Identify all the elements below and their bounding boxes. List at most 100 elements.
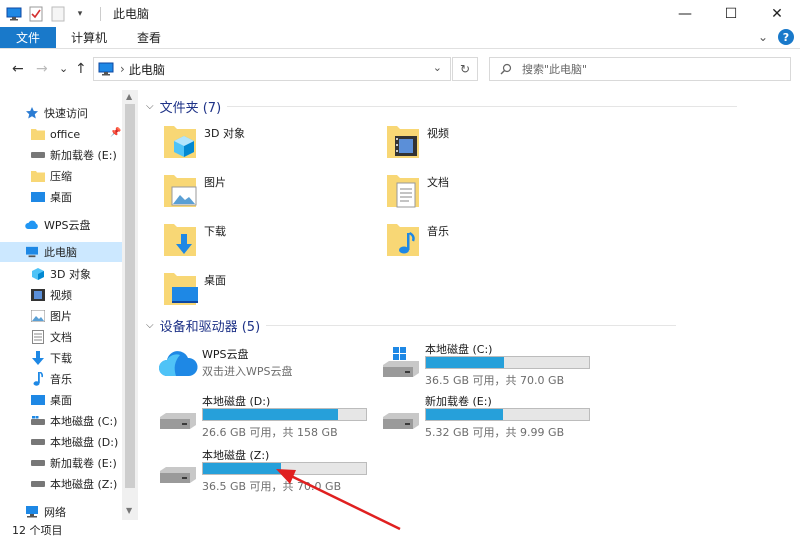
quick-access-toolbar: ▾ 此电脑 [0,5,149,22]
sidebar-item-this-pc[interactable]: 此电脑 [0,242,122,262]
customize-toolbar-icon[interactable]: ▾ [72,6,88,22]
document-icon [30,329,46,345]
new-folder-icon[interactable] [50,6,66,22]
sidebar-item-drive-d[interactable]: 本地磁盘 (D:) [30,432,118,452]
documents-folder-icon [385,171,423,211]
tab-file[interactable]: 文件 [0,27,57,48]
scroll-up-arrow-icon[interactable]: ▲ [126,92,132,101]
breadcrumb-this-pc[interactable]: 此电脑 [129,61,165,78]
cube-icon [30,266,46,282]
drive-d-usage-bar [202,408,367,421]
windows-drive-icon [381,347,421,381]
forward-button[interactable]: → [36,61,48,77]
folder-documents[interactable]: 文档 [385,171,585,215]
sidebar-item-music[interactable]: 音乐 [30,369,72,389]
ribbon-tabs: 文件 计算机 查看 ⌄ ? [0,27,800,49]
expand-ribbon-icon[interactable]: ⌄ [758,30,768,44]
breadcrumb-separator[interactable]: › [120,62,125,76]
sidebar-item-network[interactable]: 网络 [24,502,66,522]
wps-cloud-name: WPS云盘 [202,348,249,361]
refresh-button[interactable]: ↻ [452,57,478,81]
3d-objects-folder-icon [162,122,200,162]
sidebar-item-drive-c[interactable]: 本地磁盘 (C:) [30,411,117,431]
folder-videos[interactable]: 视频 [385,122,585,166]
close-button[interactable]: ✕ [754,0,800,27]
sidebar-item-documents[interactable]: 文档 [30,327,72,347]
drive-z[interactable]: 本地磁盘 (Z:) 36.5 GB 可用，共 70.0 GB [158,447,373,493]
address-row: ← → ⌄ ↑ › 此电脑 ⌄ ↻ [0,53,800,85]
drive-icon [158,399,198,433]
drive-d[interactable]: 本地磁盘 (D:) 26.6 GB 可用，共 158 GB [158,393,373,439]
folder-3d-objects[interactable]: 3D 对象 [162,122,362,166]
drive-icon [158,453,198,487]
downloads-folder-icon [162,220,200,260]
drive-z-info: 36.5 GB 可用，共 70.0 GB [202,480,342,493]
address-dropdown-button[interactable]: ⌄ [433,61,442,74]
sidebar-item-downloads[interactable]: 下载 [30,348,72,368]
title-separator [100,6,101,21]
computer-icon [24,244,40,260]
minimize-button[interactable]: — [662,0,708,27]
up-button[interactable]: ↑ [75,61,87,77]
windows-drive-icon [30,413,46,429]
sidebar-item-desktop-pc[interactable]: 桌面 [30,390,72,410]
drive-c-usage-bar [425,356,590,369]
tab-computer[interactable]: 计算机 [56,27,122,48]
help-icon[interactable]: ? [778,29,794,45]
sidebar-scrollbar[interactable]: ▲ ▼ [122,90,138,520]
folders-group-header[interactable]: ⌵ 文件夹 (7) [146,97,738,116]
address-bar[interactable]: › 此电脑 ⌄ [93,57,451,81]
wps-cloud-subtitle: 双击进入WPS云盘 [202,365,293,378]
folder-desktop[interactable]: 桌面 [162,269,362,313]
drive-icon [30,434,46,450]
search-box[interactable] [489,57,791,81]
scrollbar-thumb[interactable] [125,104,135,488]
maximize-button[interactable]: ☐ [708,0,754,27]
ribbon-right-controls: ⌄ ? [758,29,794,45]
pin-icon[interactable]: 📌 [110,128,121,138]
tab-view[interactable]: 查看 [122,27,176,48]
drive-icon [381,399,421,433]
network-icon [24,504,40,520]
computer-icon [6,6,22,22]
drive-d-usage-fill [203,409,339,420]
sidebar-item-drive-z[interactable]: 本地磁盘 (Z:) [30,474,117,494]
folder-music[interactable]: 音乐 [385,220,585,264]
drive-e-usage-fill [426,409,503,420]
folder-pictures[interactable]: 图片 [162,171,362,215]
recent-locations-button[interactable]: ⌄ [59,62,68,75]
devices-group-header[interactable]: ⌵ 设备和驱动器 (5) [146,316,677,335]
properties-icon[interactable] [28,6,44,22]
sidebar-item-desktop[interactable]: 桌面 [30,187,72,207]
film-icon [30,287,46,303]
drive-icon [30,476,46,492]
content-pane: ⌵ 文件夹 (7) 3D 对象 视频 图片 文档 下载 音乐 桌面 ⌵ 设备和驱… [140,90,800,520]
drive-d-name: 本地磁盘 (D:) [202,395,271,408]
sidebar-item-wps-cloud[interactable]: WPS云盘 [24,215,91,235]
drive-d-info: 26.6 GB 可用，共 158 GB [202,426,338,439]
sidebar-item-3d-objects[interactable]: 3D 对象 [30,264,91,284]
chevron-down-icon[interactable]: ⌵ [146,101,154,112]
sidebar-item-compress[interactable]: 压缩 [30,166,72,186]
drive-z-name: 本地磁盘 (Z:) [202,449,270,462]
chevron-down-icon[interactable]: ⌵ [146,320,154,331]
sidebar-item-drive-e[interactable]: 新加载卷 (E:) [30,145,117,165]
back-button[interactable]: ← [12,61,24,77]
folder-downloads[interactable]: 下载 [162,220,362,264]
drive-c[interactable]: 本地磁盘 (C:) 36.5 GB 可用，共 70.0 GB [381,341,596,387]
sidebar-item-pictures[interactable]: 图片 [30,306,72,326]
wps-cloud-drive[interactable]: WPS云盘 双击进入WPS云盘 [158,346,358,390]
folder-icon [30,168,46,184]
sidebar-item-office[interactable]: office [30,124,80,144]
drive-e-usage-bar [425,408,590,421]
sidebar-item-drive-e-pc[interactable]: 新加载卷 (E:) [30,453,117,473]
sidebar-item-quick-access[interactable]: 快速访问 [24,103,88,123]
search-input[interactable] [522,62,762,76]
group-divider [227,106,738,107]
drive-c-name: 本地磁盘 (C:) [425,343,493,356]
drive-c-usage-fill [426,357,505,368]
folder-icon [30,126,46,142]
drive-e[interactable]: 新加载卷 (E:) 5.32 GB 可用，共 9.99 GB [381,393,596,439]
scroll-down-arrow-icon[interactable]: ▼ [126,506,132,515]
sidebar-item-videos[interactable]: 视频 [30,285,72,305]
